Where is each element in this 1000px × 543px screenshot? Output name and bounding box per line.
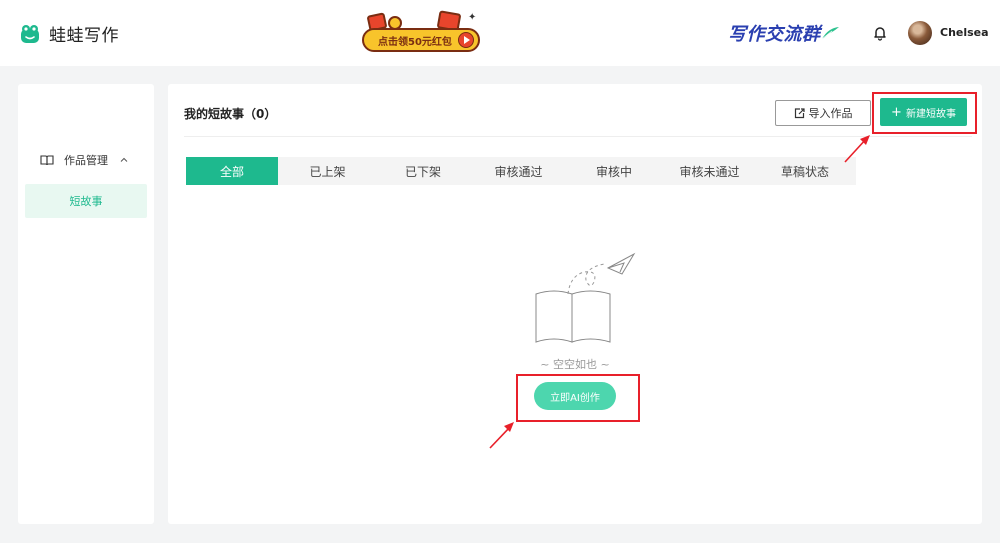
book-icon <box>40 154 54 165</box>
promo-pill: 点击领50元红包 <box>362 28 480 52</box>
divider <box>184 136 972 137</box>
top-header: 蛙蛙写作 ✦ 点击领50元红包 写作交流群 Chelsea <box>0 0 1000 66</box>
tab-all[interactable]: 全部 <box>186 157 278 185</box>
sparkle-icon: ✦ <box>468 12 477 23</box>
import-icon <box>794 107 805 118</box>
status-tabs: 全部 已上架 已下架 审核通过 审核中 审核未通过 草稿状态 <box>186 157 856 185</box>
username[interactable]: Chelsea <box>940 26 989 39</box>
sidebar-group-works[interactable]: 作品管理 <box>40 152 128 168</box>
page-title: 我的短故事（0） <box>184 107 277 121</box>
bell-icon[interactable] <box>872 25 888 41</box>
tab-listed[interactable]: 已上架 <box>282 157 374 185</box>
writing-group-link[interactable]: 写作交流群 <box>728 20 821 46</box>
annotation-box-ai-create <box>516 374 640 422</box>
import-label: 导入作品 <box>808 107 853 120</box>
play-icon <box>458 32 474 48</box>
annotation-box-new-story <box>872 92 977 134</box>
app-name: 蛙蛙写作 <box>49 26 119 46</box>
empty-state-text: ~ 空空如也 ~ <box>540 358 610 371</box>
sidebar: 作品管理 短故事 <box>18 84 154 524</box>
tab-approved[interactable]: 审核通过 <box>473 157 565 185</box>
promo-text: 点击领50元红包 <box>378 37 452 48</box>
feather-icon <box>821 27 839 40</box>
tab-rejected[interactable]: 审核未通过 <box>664 157 756 185</box>
app-logo[interactable]: 蛙蛙写作 <box>20 21 119 46</box>
sidebar-item-label: 短故事 <box>69 195 103 208</box>
avatar[interactable] <box>908 21 932 45</box>
chevron-up-icon <box>120 157 128 162</box>
empty-book-illustration <box>535 252 636 343</box>
main-panel: 我的短故事（0） 导入作品 + 新建短故事 全部 已上架 已下架 审核通过 审核… <box>168 84 982 524</box>
tab-under-review[interactable]: 审核中 <box>568 157 660 185</box>
frog-logo-icon <box>21 24 39 43</box>
tab-draft[interactable]: 草稿状态 <box>759 157 851 185</box>
promo-banner[interactable]: ✦ 点击领50元红包 <box>360 10 482 56</box>
import-button[interactable]: 导入作品 <box>775 100 871 126</box>
tab-unlisted[interactable]: 已下架 <box>377 157 469 185</box>
sidebar-item-short-stories[interactable]: 短故事 <box>25 184 147 218</box>
sidebar-group-label: 作品管理 <box>64 154 108 167</box>
